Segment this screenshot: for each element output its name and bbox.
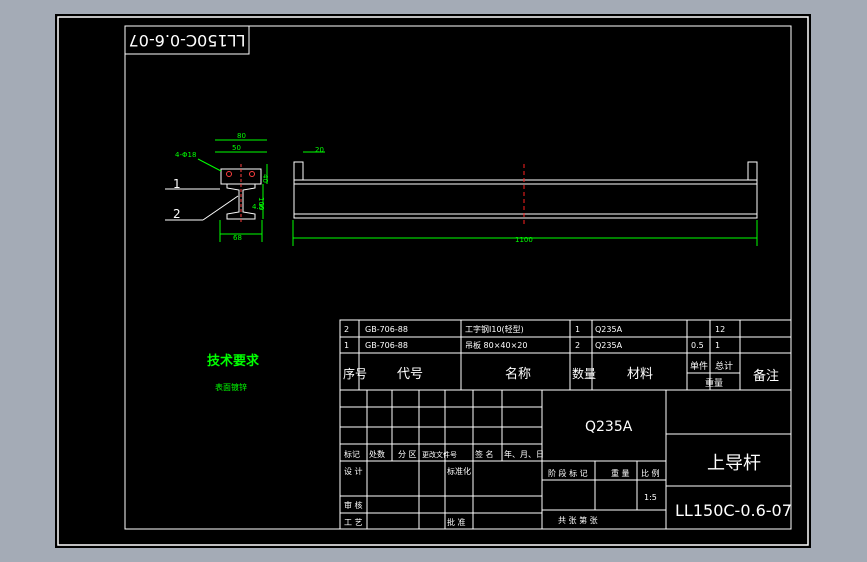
bom-row-2-seq: 2	[344, 325, 349, 334]
label-stage-mark: 阶 段 标 记	[548, 468, 588, 478]
label-review: 审 核	[344, 500, 363, 510]
label-mark: 标记	[344, 449, 360, 459]
title-material: Q235A	[585, 419, 633, 435]
label-zone: 分 区	[398, 450, 417, 459]
label-standardize: 标准化	[447, 466, 471, 476]
label-scale: 比 例	[641, 468, 660, 478]
bom-header-unit: 单件	[690, 360, 708, 372]
bom-row-1-total-weight: 1	[715, 341, 720, 350]
bom-row-2-total-weight: 12	[715, 325, 725, 334]
label-design: 设 计	[344, 466, 363, 476]
drawing-number: LL150C-0.6-07	[675, 501, 792, 520]
label-date: 年、月、日	[504, 449, 544, 459]
bom-table: 2 GB-706-88 工字钢I10(轻型) 1 Q235A 12 1 GB-7…	[339, 319, 792, 391]
bom-row-1-unit-weight: 0.5	[691, 341, 704, 350]
tech-requirements: 技术要求 表面镀锌	[207, 353, 260, 392]
bom-header-qty: 数量	[572, 366, 596, 381]
scale-value: 1:5	[644, 493, 657, 502]
bom-row-2-qty: 1	[575, 325, 580, 334]
dim-side-height: 40	[261, 174, 269, 183]
cad-viewport[interactable]: LL150C-0.6-07 80 50 4-Φ18 40 100 4.5 68 …	[55, 14, 811, 548]
label-weight: 重 量	[611, 468, 630, 478]
label-process: 工 艺	[344, 518, 363, 527]
bom-header-total: 总计	[715, 360, 733, 372]
part-name: 上导杆	[707, 453, 761, 474]
bom-header-code: 代号	[397, 367, 423, 382]
dim-length: 1100	[515, 236, 533, 244]
bom-row-1-name: 吊板 80×40×20	[465, 340, 528, 350]
balloon-1: 1	[173, 177, 181, 191]
bom-header-seq: 序号	[343, 366, 367, 381]
mirrored-code-box: LL150C-0.6-07	[124, 25, 250, 55]
dim-end-width: 20	[315, 146, 324, 154]
dim-top-inner: 50	[232, 144, 241, 152]
bom-header-remark: 备注	[753, 368, 779, 384]
bom-row-2-code: GB-706-88	[365, 325, 408, 334]
dim-top-outer: 80	[237, 132, 246, 140]
title-block: Q235A 上导杆 LL150C-0.6-07 标记 处数 分 区 更改文件号 …	[339, 389, 792, 530]
label-total-sheets: 共 张 第 张	[558, 515, 598, 525]
section-view	[220, 164, 262, 224]
drawing-inner-frame	[124, 25, 792, 530]
bom-row-1-code: GB-706-88	[365, 341, 408, 350]
tech-req-note: 表面镀锌	[215, 382, 247, 392]
bom-header-weight: 重量	[705, 377, 723, 389]
bom-row-2-name: 工字钢I10(轻型)	[465, 324, 524, 334]
bom-row-1-material: Q235A	[595, 341, 623, 350]
dim-web-thick: 4.5	[252, 203, 263, 211]
front-view: 1100 20	[292, 146, 758, 246]
bom-header-material: 材料	[627, 367, 653, 382]
mirrored-code: LL150C-0.6-07	[129, 31, 246, 50]
label-change-doc: 更改文件号	[422, 450, 457, 459]
bom-row-1-seq: 1	[344, 341, 349, 350]
label-approve: 批 准	[447, 517, 466, 527]
label-sign: 签 名	[475, 449, 494, 459]
drawing-canvas: LL150C-0.6-07 80 50 4-Φ18 40 100 4.5 68 …	[57, 16, 809, 546]
bom-row-2-material: Q235A	[595, 325, 623, 334]
dim-bottom-width: 68	[233, 234, 242, 242]
tech-req-title: 技术要求	[207, 353, 260, 369]
dim-holes: 4-Φ18	[175, 151, 196, 159]
bom-row-1-qty: 2	[575, 341, 580, 350]
label-count: 处数	[369, 449, 385, 459]
bom-header-name: 名称	[505, 366, 531, 382]
drawing-outer-frame	[57, 16, 809, 546]
balloon-2: 2	[173, 207, 181, 221]
